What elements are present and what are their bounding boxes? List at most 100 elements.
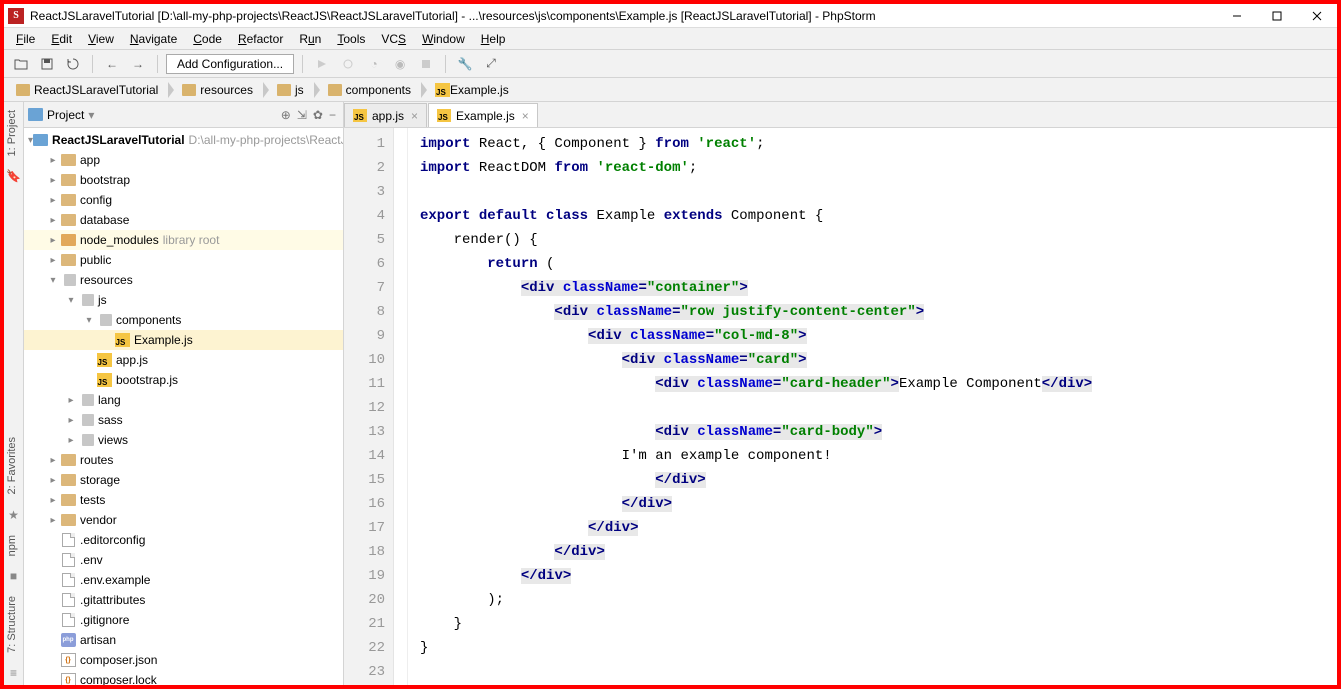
minimize-button[interactable] bbox=[1217, 5, 1257, 27]
npm-icon[interactable]: ■ bbox=[6, 568, 22, 584]
tree-editorconfig[interactable]: ▸.editorconfig bbox=[24, 530, 343, 550]
rail-project[interactable]: 1: Project bbox=[4, 102, 23, 164]
code-content[interactable]: import React, { Component } from 'react'… bbox=[408, 128, 1337, 685]
menu-run[interactable]: Run bbox=[291, 30, 329, 48]
editor-tabs: JSapp.js× JSExample.js× bbox=[344, 102, 1337, 128]
tree-app[interactable]: ▸app bbox=[24, 150, 343, 170]
menu-tools[interactable]: Tools bbox=[329, 30, 373, 48]
tree-node-modules[interactable]: ▸node_moduleslibrary root bbox=[24, 230, 343, 250]
code-editor[interactable]: 1 2 3 4 5 6 7 8 9 10 11 12 13 14 15 16 1… bbox=[344, 128, 1337, 685]
crumb-resources[interactable]: resources bbox=[176, 79, 263, 101]
line-number: 8 bbox=[344, 300, 385, 324]
refresh-icon[interactable] bbox=[62, 53, 84, 75]
tree-label: config bbox=[80, 193, 112, 207]
menu-view[interactable]: View bbox=[80, 30, 122, 48]
tree-label: artisan bbox=[80, 633, 116, 647]
rail-structure[interactable]: 7: Structure bbox=[4, 588, 23, 661]
tree-js[interactable]: ▾js bbox=[24, 290, 343, 310]
hide-icon[interactable]: − bbox=[326, 108, 339, 122]
menu-file[interactable]: File bbox=[8, 30, 43, 48]
crumb-root[interactable]: ReactJSLaravelTutorial bbox=[10, 79, 168, 101]
line-number: 17 bbox=[344, 516, 385, 540]
add-configuration-button[interactable]: Add Configuration... bbox=[166, 54, 294, 74]
tree-bootstrap-js[interactable]: ▸JSbootstrap.js bbox=[24, 370, 343, 390]
stop-icon[interactable] bbox=[415, 53, 437, 75]
dropdown-icon[interactable]: ▾ bbox=[88, 108, 94, 122]
crumb-label: js bbox=[295, 83, 304, 97]
wrench-icon[interactable]: 🔧 bbox=[454, 53, 476, 75]
tree-config[interactable]: ▸config bbox=[24, 190, 343, 210]
tree-database[interactable]: ▸database bbox=[24, 210, 343, 230]
forward-icon[interactable]: → bbox=[127, 53, 149, 75]
tree-storage[interactable]: ▸storage bbox=[24, 470, 343, 490]
menu-refactor[interactable]: Refactor bbox=[230, 30, 291, 48]
line-number: 19 bbox=[344, 564, 385, 588]
tree-label: tests bbox=[80, 493, 105, 507]
tree-app-js[interactable]: ▸JSapp.js bbox=[24, 350, 343, 370]
tree-root[interactable]: ▾ReactJSLaravelTutorialD:\all-my-php-pro… bbox=[24, 130, 343, 150]
crumb-components[interactable]: components bbox=[322, 79, 421, 101]
tree-label: .editorconfig bbox=[80, 533, 145, 547]
menu-vcs[interactable]: VCS bbox=[373, 30, 414, 48]
tree-lang[interactable]: ▸lang bbox=[24, 390, 343, 410]
fold-column[interactable] bbox=[394, 128, 408, 685]
tree-vendor[interactable]: ▸vendor bbox=[24, 510, 343, 530]
close-icon[interactable]: × bbox=[411, 109, 418, 123]
tree-routes[interactable]: ▸routes bbox=[24, 450, 343, 470]
save-icon[interactable] bbox=[36, 53, 58, 75]
tree-composer-json[interactable]: ▸{}composer.json bbox=[24, 650, 343, 670]
tree-artisan[interactable]: ▸phpartisan bbox=[24, 630, 343, 650]
project-tree[interactable]: ▾ReactJSLaravelTutorialD:\all-my-php-pro… bbox=[24, 128, 343, 685]
tree-env[interactable]: ▸.env bbox=[24, 550, 343, 570]
tree-example-js[interactable]: ▸JSExample.js bbox=[24, 330, 343, 350]
close-icon[interactable]: × bbox=[522, 109, 529, 123]
open-icon[interactable] bbox=[10, 53, 32, 75]
tab-app-js[interactable]: JSapp.js× bbox=[344, 103, 427, 127]
tree-tests[interactable]: ▸tests bbox=[24, 490, 343, 510]
tree-bootstrap[interactable]: ▸bootstrap bbox=[24, 170, 343, 190]
rail-favorites[interactable]: 2: Favorites bbox=[4, 429, 23, 502]
tree-views[interactable]: ▸views bbox=[24, 430, 343, 450]
gear-icon[interactable]: ✿ bbox=[310, 108, 326, 122]
tab-example-js[interactable]: JSExample.js× bbox=[428, 103, 538, 127]
tree-public[interactable]: ▸public bbox=[24, 250, 343, 270]
json-icon: {} bbox=[61, 653, 76, 667]
line-number: 2 bbox=[344, 156, 385, 180]
tree-gitattributes[interactable]: ▸.gitattributes bbox=[24, 590, 343, 610]
menu-edit[interactable]: Edit bbox=[43, 30, 80, 48]
bookmark-icon[interactable]: 🔖 bbox=[6, 168, 22, 184]
menu-window[interactable]: Window bbox=[414, 30, 473, 48]
separator bbox=[92, 55, 93, 73]
separator bbox=[302, 55, 303, 73]
tree-resources[interactable]: ▾resources bbox=[24, 270, 343, 290]
debug-icon[interactable] bbox=[337, 53, 359, 75]
menu-navigate[interactable]: Navigate bbox=[122, 30, 185, 48]
tab-label: app.js bbox=[372, 109, 404, 123]
collapse-icon[interactable]: ⇲ bbox=[294, 108, 310, 122]
close-button[interactable] bbox=[1297, 5, 1337, 27]
rail-npm[interactable]: npm bbox=[4, 527, 23, 564]
structure-icon[interactable]: ≡ bbox=[6, 665, 22, 681]
crumb-label: ReactJSLaravelTutorial bbox=[34, 83, 158, 97]
tree-components[interactable]: ▾components bbox=[24, 310, 343, 330]
run-icon[interactable] bbox=[311, 53, 333, 75]
profile-icon[interactable]: ◉ bbox=[389, 53, 411, 75]
tree-label: vendor bbox=[80, 513, 117, 527]
menubar: File Edit View Navigate Code Refactor Ru… bbox=[4, 28, 1337, 50]
find-action-icon[interactable]: ⤢ bbox=[480, 53, 502, 75]
target-icon[interactable]: ⊕ bbox=[278, 108, 294, 122]
breadcrumb: ReactJSLaravelTutorial resources js comp… bbox=[4, 78, 1337, 102]
tree-sass[interactable]: ▸sass bbox=[24, 410, 343, 430]
crumb-file[interactable]: JSExample.js bbox=[429, 79, 519, 101]
menu-help[interactable]: Help bbox=[473, 30, 514, 48]
menu-code[interactable]: Code bbox=[185, 30, 230, 48]
tree-gitignore[interactable]: ▸.gitignore bbox=[24, 610, 343, 630]
tree-composer-lock[interactable]: ▸{}composer.lock bbox=[24, 670, 343, 685]
tree-hint: library root bbox=[163, 233, 220, 247]
crumb-js[interactable]: js bbox=[271, 79, 314, 101]
tree-env-example[interactable]: ▸.env.example bbox=[24, 570, 343, 590]
back-icon[interactable]: ← bbox=[101, 53, 123, 75]
coverage-icon[interactable]: ◔ bbox=[363, 53, 385, 75]
star-icon[interactable]: ★ bbox=[6, 507, 22, 523]
maximize-button[interactable] bbox=[1257, 5, 1297, 27]
